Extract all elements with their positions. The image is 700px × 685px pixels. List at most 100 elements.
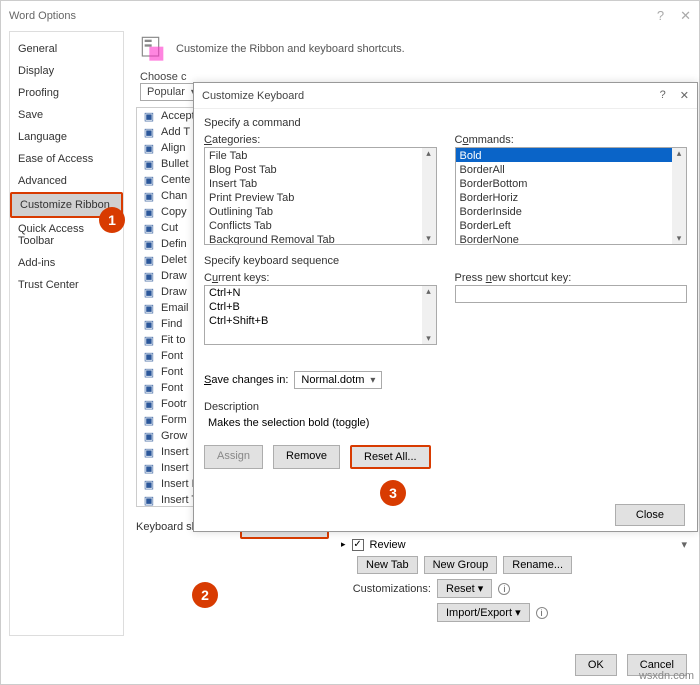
help-icon[interactable]: ? bbox=[660, 89, 666, 102]
command-icon: ▣ bbox=[141, 397, 157, 411]
category-option[interactable]: Outlining Tab bbox=[205, 204, 436, 218]
category-option[interactable]: Print Preview Tab bbox=[205, 190, 436, 204]
new-shortcut-input[interactable] bbox=[455, 285, 688, 303]
command-option[interactable]: Bold bbox=[456, 148, 687, 162]
save-changes-combo[interactable]: Normal.dotm bbox=[294, 371, 382, 389]
commands-listbox[interactable]: BoldBorderAllBorderBottomBorderHorizBord… bbox=[455, 147, 688, 245]
titlebar: Word Options ? ✕ bbox=[1, 1, 699, 31]
review-label: Review bbox=[370, 539, 406, 551]
close-icon[interactable]: ✕ bbox=[680, 89, 689, 102]
scroll-down-icon[interactable]: ▾ bbox=[672, 233, 686, 244]
new-group-button[interactable]: New Group bbox=[424, 556, 498, 574]
reset-all-button[interactable]: Reset All... bbox=[350, 445, 431, 469]
command-option[interactable]: BorderHoriz bbox=[456, 190, 687, 204]
command-icon: ▣ bbox=[141, 301, 157, 315]
command-icon: ▣ bbox=[141, 189, 157, 203]
scroll-up-icon[interactable]: ▴ bbox=[672, 148, 686, 159]
page-header-text: Customize the Ribbon and keyboard shortc… bbox=[176, 43, 405, 55]
customize-keyboard-dialog: Customize Keyboard ? ✕ Specify a command… bbox=[193, 82, 698, 532]
dialog-body: Specify a command Categories: File TabBl… bbox=[194, 109, 697, 475]
sidebar-item-proofing[interactable]: Proofing bbox=[10, 82, 123, 104]
sidebar-item-general[interactable]: General bbox=[10, 38, 123, 60]
current-key[interactable]: Ctrl+Shift+B bbox=[205, 314, 436, 328]
category-option[interactable]: Background Removal Tab bbox=[205, 232, 436, 245]
scroll-up-icon[interactable]: ▴ bbox=[422, 148, 436, 159]
scroll-down-icon[interactable]: ▾ bbox=[681, 538, 687, 551]
sidebar-item-ease-of-access[interactable]: Ease of Access bbox=[10, 148, 123, 170]
specify-command-label: Specify a command bbox=[204, 117, 687, 129]
scrollbar[interactable]: ▴▾ bbox=[422, 286, 436, 344]
remove-button[interactable]: Remove bbox=[273, 445, 340, 469]
category-option[interactable]: Insert Tab bbox=[205, 176, 436, 190]
command-icon: ▣ bbox=[141, 413, 157, 427]
options-sidebar: GeneralDisplayProofingSaveLanguageEase o… bbox=[9, 31, 124, 636]
command-icon: ▣ bbox=[141, 429, 157, 443]
command-option[interactable]: BorderLeft bbox=[456, 218, 687, 232]
category-option[interactable]: Blog Post Tab bbox=[205, 162, 436, 176]
category-option[interactable]: File Tab bbox=[205, 148, 436, 162]
scroll-up-icon[interactable]: ▴ bbox=[422, 286, 436, 297]
dialog-titlebar: Customize Keyboard ? ✕ bbox=[194, 83, 697, 109]
current-key[interactable]: Ctrl+N bbox=[205, 286, 436, 300]
command-icon: ▣ bbox=[141, 333, 157, 347]
page-header: Customize the Ribbon and keyboard shortc… bbox=[140, 35, 691, 63]
current-key[interactable]: Ctrl+B bbox=[205, 300, 436, 314]
categories-label: Categories: bbox=[204, 134, 437, 146]
sidebar-item-display[interactable]: Display bbox=[10, 60, 123, 82]
close-icon[interactable]: ✕ bbox=[680, 1, 691, 31]
scrollbar[interactable]: ▴▾ bbox=[672, 148, 686, 244]
scroll-down-icon[interactable]: ▾ bbox=[422, 333, 436, 344]
sidebar-item-trust-center[interactable]: Trust Center bbox=[10, 274, 123, 296]
choose-commands-label: Choose c bbox=[140, 71, 186, 83]
reset-button[interactable]: Reset ▾ bbox=[437, 579, 492, 598]
command-icon: ▣ bbox=[141, 125, 157, 139]
help-icon[interactable]: i bbox=[498, 583, 510, 595]
window-sys-buttons: ? ✕ bbox=[657, 1, 691, 31]
current-keys-box[interactable]: Ctrl+NCtrl+BCtrl+Shift+B▴▾ bbox=[204, 285, 437, 345]
help-icon[interactable]: ? bbox=[657, 1, 664, 31]
current-keys-label: Current keys: bbox=[204, 272, 437, 284]
import-export-button[interactable]: Import/Export ▾ bbox=[437, 603, 530, 622]
sidebar-item-advanced[interactable]: Advanced bbox=[10, 170, 123, 192]
command-icon: ▣ bbox=[141, 445, 157, 459]
command-option[interactable]: BorderInside bbox=[456, 204, 687, 218]
help-icon[interactable]: i bbox=[536, 607, 548, 619]
command-icon: ▣ bbox=[141, 157, 157, 171]
command-option[interactable]: BorderAll bbox=[456, 162, 687, 176]
customizations-label: Customizations: bbox=[341, 583, 431, 595]
review-checkbox[interactable]: ✓ bbox=[352, 539, 364, 551]
command-icon: ▣ bbox=[141, 269, 157, 283]
ok-button[interactable]: OK bbox=[575, 654, 617, 676]
press-new-label: Press new shortcut key: bbox=[455, 272, 688, 284]
close-button[interactable]: Close bbox=[615, 504, 685, 526]
category-option[interactable]: Conflicts Tab bbox=[205, 218, 436, 232]
review-group-row[interactable]: ▸ ✓ Review ▾ bbox=[341, 538, 687, 551]
command-icon: ▣ bbox=[141, 109, 157, 123]
watermark: wsxdn.com bbox=[639, 670, 694, 682]
sidebar-item-language[interactable]: Language bbox=[10, 126, 123, 148]
sidebar-item-save[interactable]: Save bbox=[10, 104, 123, 126]
command-icon: ▣ bbox=[141, 349, 157, 363]
new-tab-button[interactable]: New Tab bbox=[357, 556, 418, 574]
command-icon: ▣ bbox=[141, 221, 157, 235]
command-icon: ▣ bbox=[141, 141, 157, 155]
command-icon: ▣ bbox=[141, 253, 157, 267]
callout-3: 3 bbox=[380, 480, 406, 506]
window-title: Word Options bbox=[9, 1, 76, 31]
expand-icon[interactable]: ▸ bbox=[341, 539, 346, 550]
specify-sequence-label: Specify keyboard sequence bbox=[204, 255, 687, 267]
command-option[interactable]: BorderBottom bbox=[456, 176, 687, 190]
sidebar-item-add-ins[interactable]: Add-ins bbox=[10, 252, 123, 274]
save-changes-label: Save changes in: bbox=[204, 374, 288, 386]
categories-listbox[interactable]: File TabBlog Post TabInsert TabPrint Pre… bbox=[204, 147, 437, 245]
callout-1: 1 bbox=[99, 207, 125, 233]
command-option[interactable]: BorderNone bbox=[456, 232, 687, 245]
command-icon: ▣ bbox=[141, 285, 157, 299]
scrollbar[interactable]: ▴▾ bbox=[422, 148, 436, 244]
rename-button[interactable]: Rename... bbox=[503, 556, 572, 574]
ribbon-customize-panel: ▸ ✓ Review ▾ New Tab New Group Rename...… bbox=[341, 533, 687, 627]
commands-label: Commands: bbox=[455, 134, 688, 146]
assign-button[interactable]: Assign bbox=[204, 445, 263, 469]
command-icon: ▣ bbox=[141, 237, 157, 251]
scroll-down-icon[interactable]: ▾ bbox=[422, 233, 436, 244]
